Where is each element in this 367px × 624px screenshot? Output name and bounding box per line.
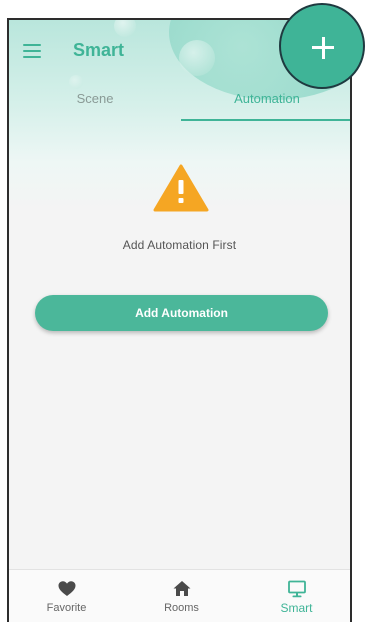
home-icon (173, 581, 191, 596)
add-automation-button[interactable]: Add Automation (35, 295, 328, 331)
empty-state-message: Add Automation First (122, 238, 237, 252)
nav-item-smart[interactable]: Smart (239, 570, 350, 622)
warning-triangle-icon (153, 164, 209, 212)
bottom-navigation: Favorite Rooms Smart (9, 569, 350, 622)
active-tab-indicator (181, 119, 350, 121)
tab-bar: Scene Automation (9, 88, 350, 124)
tab-scene[interactable]: Scene (9, 88, 181, 122)
heart-icon (58, 581, 76, 596)
plus-icon (321, 36, 325, 59)
nav-label-favorite: Favorite (46, 602, 87, 614)
nav-label-rooms: Rooms (164, 602, 199, 614)
nav-label-smart: Smart (280, 601, 313, 615)
page-title: Smart (73, 40, 125, 60)
phone-screen: Smart Scene Automation Add Automation Fi… (7, 18, 352, 622)
add-plus-button[interactable] (279, 3, 365, 89)
monitor-icon (288, 580, 306, 598)
decorative-bubble (69, 75, 83, 89)
tab-automation[interactable]: Automation (181, 88, 350, 122)
nav-item-favorite[interactable]: Favorite (9, 570, 124, 622)
nav-item-rooms[interactable]: Rooms (124, 570, 239, 622)
hamburger-menu-icon[interactable] (23, 44, 41, 58)
